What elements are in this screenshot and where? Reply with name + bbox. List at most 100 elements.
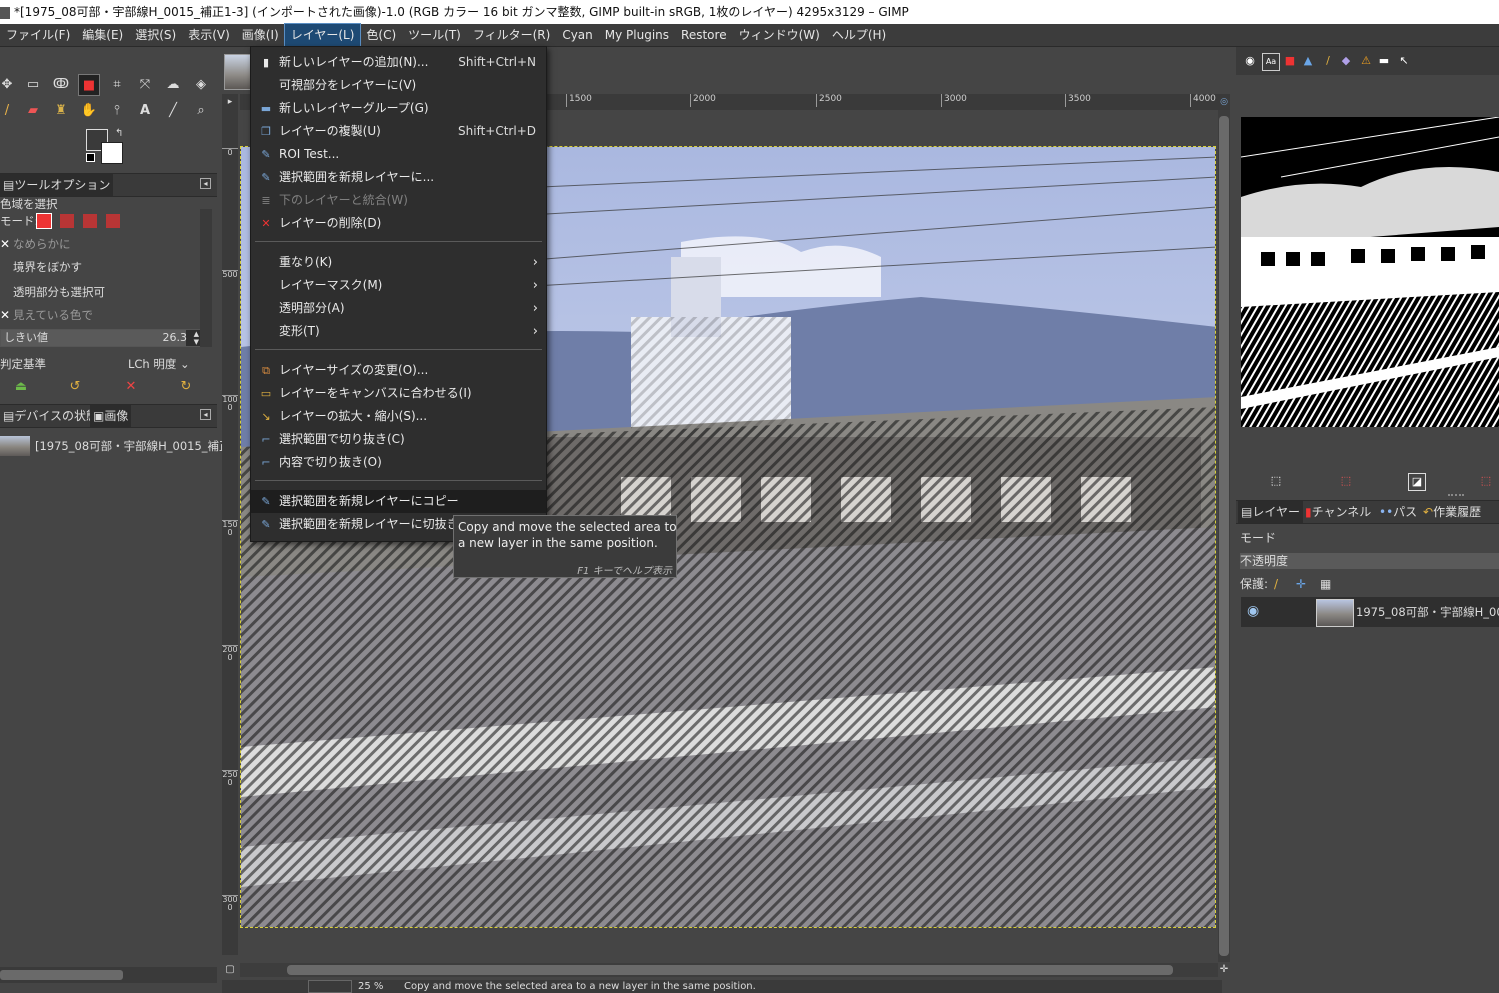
background-color-swatch[interactable]: [101, 142, 123, 164]
navigate-icon[interactable]: ◎: [1218, 94, 1230, 110]
histogram-icon[interactable]: ▲: [1300, 53, 1316, 69]
image-list-item[interactable]: [1975_08可部・宇部線H_0015_補正1: [0, 435, 238, 457]
pointer-icon[interactable]: ↖: [1396, 53, 1412, 69]
menu-item-layer-mask[interactable]: レイヤーマスク(M) ›: [251, 274, 546, 297]
zoom-tool-icon[interactable]: ⌕: [190, 100, 212, 122]
menu-item-stack[interactable]: 重なり(K) ›: [251, 251, 546, 274]
antialias-checkbox[interactable]: ✕ なめらかに: [0, 233, 71, 255]
menu-view[interactable]: 表示(V): [182, 24, 236, 46]
menu-filters[interactable]: フィルター(R): [467, 24, 556, 46]
tab-device-status[interactable]: ▤デバイスの状態: [0, 405, 101, 427]
horizontal-scroll-thumb[interactable]: [287, 965, 1173, 975]
warp-tool-icon[interactable]: ☁: [162, 74, 184, 96]
opacity-slider[interactable]: 不透明度: [1240, 553, 1499, 569]
menu-colors[interactable]: 色(C): [360, 24, 402, 46]
sample-merged-checkbox[interactable]: ✕ 見えている色で: [0, 304, 93, 326]
select-transparent-checkbox[interactable]: 透明部分も選択可: [0, 281, 105, 303]
zoom-out-icon[interactable]: ⬚: [1268, 473, 1284, 489]
mode-subtract-icon[interactable]: [83, 214, 97, 228]
panel-menu-icon[interactable]: ◂: [200, 409, 211, 420]
tab-layers[interactable]: ▤レイヤー: [1238, 501, 1303, 523]
menu-select[interactable]: 選択(S): [129, 24, 182, 46]
fonts-icon[interactable]: Aa: [1262, 53, 1280, 71]
menu-file[interactable]: ファイル(F): [0, 24, 76, 46]
unit-select[interactable]: [308, 980, 352, 993]
crop-tool-icon[interactable]: ⌗: [106, 74, 128, 96]
threshold-slider[interactable]: しきい値 26.3 ▲ ▼: [0, 329, 202, 347]
menu-item-transparency[interactable]: 透明部分(A) ›: [251, 297, 546, 320]
paths-tool-icon[interactable]: ⫯: [106, 100, 128, 122]
menu-item-duplicate-layer[interactable]: ❐ レイヤーの複製(U) Shift+Ctrl+D: [251, 120, 546, 143]
zoom-in-icon[interactable]: ⬚: [1478, 473, 1494, 489]
tool-presets-icon[interactable]: ▬: [1376, 53, 1392, 69]
lock-position-icon[interactable]: ✛: [1296, 575, 1306, 593]
dock-grip[interactable]: [1448, 494, 1464, 499]
select-by-color-tool-icon[interactable]: ■: [78, 74, 100, 96]
eraser-tool-icon[interactable]: ▰: [22, 100, 44, 122]
menu-item-crop-to-content[interactable]: ⌐ 内容で切り抜き(O): [251, 451, 546, 474]
warning-icon[interactable]: ⚠: [1358, 53, 1374, 69]
menu-item-new-from-visible[interactable]: 可視部分をレイヤーに(V): [251, 74, 546, 97]
menu-item-roi-test[interactable]: ✎ ROI Test...: [251, 143, 546, 166]
menu-item-scale-layer[interactable]: ↘ レイヤーの拡大・縮小(S)...: [251, 405, 546, 428]
layer-mode-label[interactable]: モード: [1240, 529, 1276, 547]
navigation-icon[interactable]: ◉: [1242, 53, 1258, 69]
bucket-fill-tool-icon[interactable]: ◈: [190, 74, 212, 96]
menu-edit[interactable]: 編集(E): [76, 24, 129, 46]
reset-options-icon[interactable]: ↻: [175, 376, 197, 398]
menu-restore[interactable]: Restore: [675, 24, 733, 46]
menu-item-merge-down[interactable]: ≣ 下のレイヤーと統合(W): [251, 189, 546, 212]
navigation-preview[interactable]: [1241, 117, 1499, 427]
tab-channels[interactable]: ▮チャンネル: [1302, 501, 1374, 523]
rect-select-tool-icon[interactable]: ▭: [22, 74, 44, 96]
visibility-eye-icon[interactable]: ◉: [1247, 603, 1259, 619]
zoom-level[interactable]: 25 %: [358, 980, 383, 993]
spin-arrows-icon[interactable]: ▲ ▼: [194, 330, 199, 346]
menu-my-plugins[interactable]: My Plugins: [599, 24, 675, 46]
feather-checkbox[interactable]: 境界をぼかす: [0, 256, 82, 278]
default-colors-icon[interactable]: [86, 153, 95, 162]
vertical-scroll-thumb[interactable]: [1219, 116, 1229, 956]
menu-layer[interactable]: レイヤー(L): [283, 23, 362, 47]
clone-tool-icon[interactable]: ♜: [50, 100, 72, 122]
menu-help[interactable]: ヘルプ(H): [826, 24, 892, 46]
delete-options-icon[interactable]: ✕: [120, 376, 142, 398]
mode-intersect-icon[interactable]: [106, 214, 120, 228]
image-tab-thumbnail[interactable]: [224, 54, 252, 90]
menu-item-selection-to-new-layer[interactable]: ✎ 選択範囲を新規レイヤーに...: [251, 166, 546, 189]
dynamics-icon[interactable]: ◆: [1338, 53, 1354, 69]
tool-options-scrollbar[interactable]: [200, 209, 212, 347]
layer-row[interactable]: ◉ 1975_08可部・宇部線H_0015_: [1241, 597, 1499, 627]
smudge-tool-icon[interactable]: ✋: [78, 100, 100, 122]
paintbrush-tool-icon[interactable]: /: [0, 100, 18, 122]
shrink-wrap-icon[interactable]: ◪: [1408, 473, 1426, 491]
zoom-fit-window-icon[interactable]: ⬚: [1338, 473, 1354, 489]
panel-menu-icon[interactable]: ◂: [200, 178, 211, 189]
menu-cyan[interactable]: Cyan: [556, 24, 598, 46]
menu-item-layer-boundary-size[interactable]: ⧉ レイヤーサイズの変更(O)...: [251, 359, 546, 382]
mode-replace-icon[interactable]: [36, 213, 52, 229]
menu-item-copy-selection-to-new-layer[interactable]: ✎ 選択範囲を新規レイヤーにコピー: [251, 490, 546, 513]
toggle-quick-mask-icon[interactable]: ▢: [222, 963, 238, 977]
criterion-select[interactable]: LCh 明度 ⌄: [128, 353, 190, 375]
quick-mask-menu-icon[interactable]: ▸: [222, 94, 238, 110]
lock-alpha-icon[interactable]: ▦: [1320, 575, 1331, 593]
tab-undo-history[interactable]: ↶作業履歴: [1420, 501, 1484, 523]
restore-options-icon[interactable]: ↺: [64, 376, 86, 398]
lasso-tool-icon[interactable]: ↂ: [50, 74, 72, 96]
menu-item-new-layer-group[interactable]: ▬ 新しいレイヤーグループ(G): [251, 97, 546, 120]
menu-image[interactable]: 画像(I): [236, 24, 285, 46]
menu-item-transform[interactable]: 変形(T) ›: [251, 320, 546, 343]
left-dock-scrollbar[interactable]: [0, 967, 217, 983]
pattern-icon[interactable]: ■: [1282, 53, 1298, 69]
zoom-fit-icon[interactable]: ✛: [1218, 963, 1230, 977]
move-tool-icon[interactable]: ✥: [0, 74, 18, 96]
tab-paths[interactable]: ••パス: [1376, 501, 1420, 523]
tab-images[interactable]: ▣画像: [90, 405, 132, 427]
menu-item-new-layer[interactable]: ▮ 新しいレイヤーの追加(N)... Shift+Ctrl+N: [251, 51, 546, 74]
left-dock-scroll-thumb[interactable]: [0, 970, 123, 980]
menu-tools[interactable]: ツール(T): [402, 24, 467, 46]
menu-item-crop-to-selection[interactable]: ⌐ 選択範囲で切り抜き(C): [251, 428, 546, 451]
text-tool-icon[interactable]: A: [134, 100, 156, 122]
layer-name[interactable]: 1975_08可部・宇部線H_0015_: [1356, 597, 1499, 627]
